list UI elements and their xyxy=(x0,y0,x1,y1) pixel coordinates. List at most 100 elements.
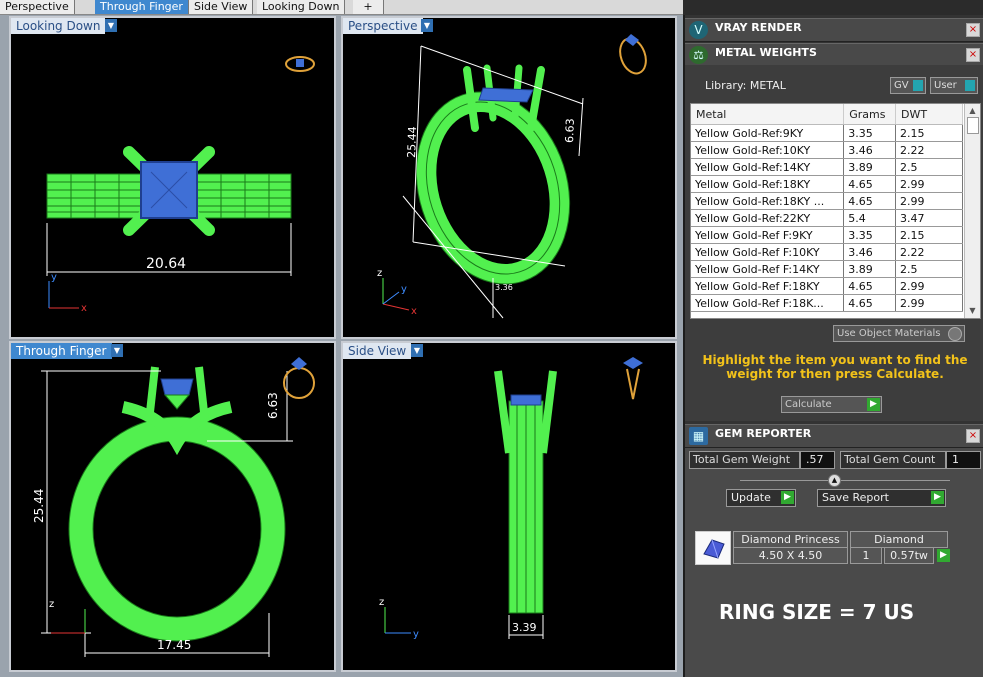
axis-z-label: z xyxy=(49,599,54,610)
vray-render-header[interactable]: V VRAY RENDER × xyxy=(685,18,983,42)
use-object-materials-toggle[interactable]: Use Object Materials xyxy=(833,325,965,342)
scroll-thumb[interactable] xyxy=(967,117,979,134)
tab-perspective[interactable]: Perspective xyxy=(0,0,75,14)
table-row[interactable]: Yellow Gold-Ref F:9KY 3.35 2.15 xyxy=(691,226,963,244)
metal-name-cell: Yellow Gold-Ref F:10KY xyxy=(691,243,845,261)
metal-name-cell: Yellow Gold-Ref:18KY xyxy=(691,175,845,193)
table-header-row: Metal Grams DWT xyxy=(691,104,963,125)
total-gem-weight-label: Total Gem Weight xyxy=(689,451,800,469)
metal-name-cell: Yellow Gold-Ref:9KY xyxy=(691,124,845,142)
update-label: Update xyxy=(731,491,771,504)
chevron-down-icon[interactable]: ▼ xyxy=(111,344,123,357)
dimension-label: 6.63 xyxy=(266,392,280,419)
grams-cell: 5.4 xyxy=(843,209,896,227)
update-button[interactable]: Update ▶ xyxy=(726,489,796,507)
metal-name-cell: Yellow Gold-Ref F:18K... xyxy=(691,294,845,312)
close-icon[interactable]: × xyxy=(966,429,980,443)
viewport-side-view[interactable]: Side View ▼ 3.39 z y xyxy=(341,341,677,672)
dimension-label: 17.45 xyxy=(157,638,191,652)
close-icon[interactable]: × xyxy=(966,23,980,37)
dwt-cell: 2.5 xyxy=(895,260,963,278)
table-scrollbar[interactable]: ▲ ▼ xyxy=(964,104,980,318)
table-row[interactable]: Yellow Gold-Ref:18KY 4.65 2.99 xyxy=(691,175,963,193)
gem-thumbnail[interactable] xyxy=(695,531,731,565)
add-tab-button[interactable]: + xyxy=(353,0,384,14)
table-row[interactable]: Yellow Gold-Ref:14KY 3.89 2.5 xyxy=(691,158,963,176)
grams-cell: 3.46 xyxy=(843,141,896,159)
dimension-label: 25.44 xyxy=(32,489,46,523)
table-row[interactable]: Yellow Gold-Ref:9KY 3.35 2.15 xyxy=(691,124,963,142)
dwt-cell: 2.99 xyxy=(895,294,963,312)
save-report-button[interactable]: Save Report ▶ xyxy=(817,489,946,507)
tab-side-view[interactable]: Side View xyxy=(189,0,254,14)
dimension-label: 20.64 xyxy=(146,256,186,272)
scroll-down-icon[interactable]: ▼ xyxy=(967,306,978,316)
side-panel: V VRAY RENDER × ⚖ METAL WEIGHTS × Librar… xyxy=(683,15,983,677)
toggle-knob-icon xyxy=(948,327,962,341)
column-header-grams[interactable]: Grams xyxy=(843,104,896,125)
table-row[interactable]: Yellow Gold-Ref F:10KY 3.46 2.22 xyxy=(691,243,963,261)
metal-weights-header[interactable]: ⚖ METAL WEIGHTS × xyxy=(685,43,983,67)
gv-label: GV xyxy=(894,80,909,91)
viewport-perspective[interactable]: Perspective ▼ 25.44 6.63 3.36 z y x xyxy=(341,16,677,339)
gem-reporter-header[interactable]: ▦ GEM REPORTER × xyxy=(685,424,983,448)
tab-through-finger[interactable]: Through Finger xyxy=(95,0,189,14)
play-arrow-icon[interactable]: ▶ xyxy=(937,549,950,562)
instruction-text: Highlight the item you want to find the … xyxy=(702,353,968,381)
metal-name-cell: Yellow Gold-Ref F:9KY xyxy=(691,226,845,244)
metal-weights-title: METAL WEIGHTS xyxy=(715,46,817,59)
dimension-label: 3.36 xyxy=(495,283,513,292)
viewport-label-looking-down[interactable]: Looking Down xyxy=(11,18,106,34)
column-header-dwt[interactable]: DWT xyxy=(895,104,963,125)
viewport-label-perspective[interactable]: Perspective xyxy=(343,18,423,34)
metal-name-cell: Yellow Gold-Ref F:18KY xyxy=(691,277,845,295)
dwt-cell: 2.5 xyxy=(895,158,963,176)
calculate-button[interactable]: Calculate ▶ xyxy=(781,396,882,413)
dimension-label: 25.44 xyxy=(405,126,419,158)
view-tab-bar: Perspective Through Finger Side View Loo… xyxy=(0,0,683,15)
chevron-down-icon[interactable]: ▼ xyxy=(421,19,433,32)
table-row[interactable]: Yellow Gold-Ref F:18KY 4.65 2.99 xyxy=(691,277,963,295)
grams-cell: 3.35 xyxy=(843,124,896,142)
table-row[interactable]: Yellow Gold-Ref F:18K... 4.65 2.99 xyxy=(691,294,963,312)
table-row[interactable]: Yellow Gold-Ref:10KY 3.46 2.22 xyxy=(691,141,963,159)
chevron-down-icon[interactable]: ▼ xyxy=(105,19,117,32)
close-icon[interactable]: × xyxy=(966,48,980,62)
viewport-label-side-view[interactable]: Side View xyxy=(343,343,412,359)
gem-type: Diamond xyxy=(850,531,948,548)
grams-cell: 3.89 xyxy=(843,158,896,176)
viewport-looking-down[interactable]: Looking Down ▼ 20.64 y x xyxy=(9,16,336,339)
viewport-label-through-finger[interactable]: Through Finger xyxy=(11,343,112,359)
reference-ring-icon xyxy=(623,357,643,400)
table-row[interactable]: Yellow Gold-Ref:18KY ... 4.65 2.99 xyxy=(691,192,963,210)
axis-x-label: x xyxy=(411,306,417,317)
play-arrow-icon: ▶ xyxy=(867,398,880,411)
scroll-up-icon[interactable]: ▲ xyxy=(967,106,978,116)
chevron-down-icon[interactable]: ▼ xyxy=(411,344,423,357)
viewport-through-finger[interactable]: Through Finger ▼ 25.44 6.63 17.45 z xyxy=(9,341,336,672)
axis-y-label: y xyxy=(413,629,419,640)
gem-reporter-title: GEM REPORTER xyxy=(715,427,812,440)
axis-z-label: z xyxy=(377,268,382,279)
column-header-metal[interactable]: Metal xyxy=(691,104,845,125)
gv-toggle[interactable]: GV xyxy=(890,77,926,94)
table-row[interactable]: Yellow Gold-Ref F:14KY 3.89 2.5 xyxy=(691,260,963,278)
axis-x-label: x xyxy=(81,303,87,314)
metal-name-cell: Yellow Gold-Ref:10KY xyxy=(691,141,845,159)
reference-ring-icon xyxy=(285,56,315,72)
gem-size: 4.50 X 4.50 xyxy=(733,547,848,564)
metal-name-cell: Yellow Gold-Ref:22KY xyxy=(691,209,845,227)
dwt-cell: 3.47 xyxy=(895,209,963,227)
slider-handle-icon[interactable]: ▲ xyxy=(828,474,841,487)
dimension-label: 6.63 xyxy=(563,118,577,143)
ring-size-note: RING SIZE = 7 US xyxy=(719,600,915,624)
toggle-indicator-icon xyxy=(913,80,923,91)
user-toggle[interactable]: User xyxy=(930,77,978,94)
metal-table[interactable]: Metal Grams DWT Yellow Gold-Ref:9KY 3.35 2… xyxy=(690,103,981,319)
metal-name-cell: Yellow Gold-Ref:18KY ... xyxy=(691,192,845,210)
total-gem-count-label: Total Gem Count xyxy=(840,451,946,469)
gem-weight: 0.57tw xyxy=(884,547,934,564)
metal-name-cell: Yellow Gold-Ref F:14KY xyxy=(691,260,845,278)
tab-looking-down[interactable]: Looking Down xyxy=(257,0,346,14)
table-row[interactable]: Yellow Gold-Ref:22KY 5.4 3.47 xyxy=(691,209,963,227)
